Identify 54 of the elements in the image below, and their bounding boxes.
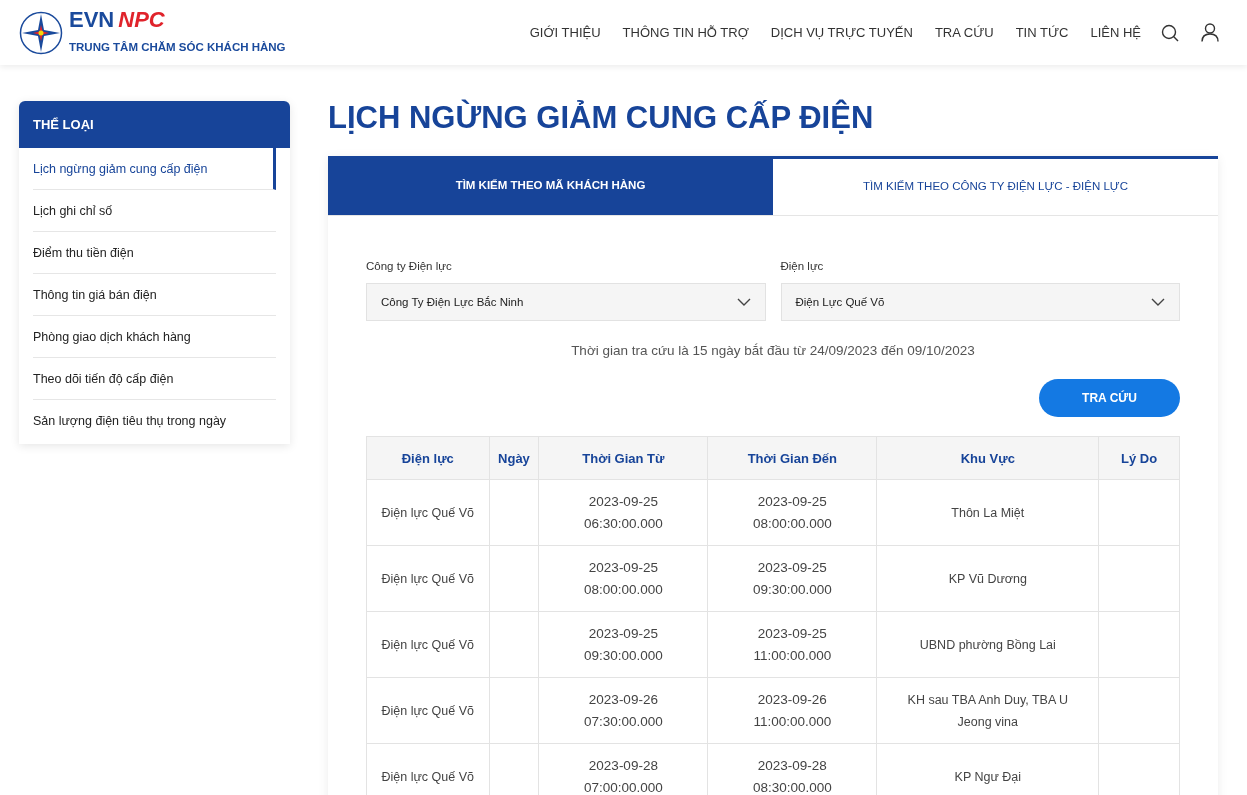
table-cell: Điện lực Quế Võ	[366, 677, 490, 744]
table-cell: 2023-09-25 09:30:00.000	[707, 545, 877, 612]
user-icon[interactable]	[1201, 23, 1219, 42]
column-header: Điện lực	[366, 436, 490, 480]
field-label: Công ty Điện lực	[366, 259, 453, 274]
table-cell: 2023-09-25 08:00:00.000	[538, 545, 708, 612]
star-compass-logo-icon	[19, 10, 63, 55]
sidebar-item[interactable]: Theo dõi tiến độ cấp điện	[33, 358, 276, 400]
nav-link[interactable]: LIÊN HỆ	[1090, 22, 1141, 43]
nav-link[interactable]: THÔNG TIN HỖ TRỢ	[622, 22, 749, 43]
table-cell: 2023-09-25 06:30:00.000	[538, 479, 708, 546]
search-tab[interactable]: TÌM KIẾM THEO CÔNG TY ĐIỆN LỰC - ĐIỆN LỰC	[773, 156, 1218, 215]
search-period-note: Thời gian tra cứu là 15 ngày bắt đầu từ 24/09/2023 đến 09/10/2023	[571, 343, 975, 359]
table-cell: KH sau TBA Anh Duy, TBA U Jeong vina	[876, 677, 1099, 744]
table-cell: Điện lực Quế Võ	[366, 611, 490, 678]
page-title: LỊCH NGỪNG GIẢM CUNG CẤP ĐIỆN	[328, 100, 875, 136]
search-icon[interactable]	[1161, 23, 1179, 42]
table-cell: 2023-09-25 11:00:00.000	[707, 611, 877, 678]
table-cell: 2023-09-26 07:30:00.000	[538, 677, 708, 744]
table-cell: 2023-09-26 11:00:00.000	[707, 677, 877, 744]
search-tab[interactable]: TÌM KIẾM THEO MÃ KHÁCH HÀNG	[328, 156, 773, 215]
field-label: Điện lực	[780, 259, 825, 274]
column-header: Lý Do	[1098, 436, 1180, 480]
panel-header: THỂ LOẠI	[19, 101, 290, 148]
brand-subtitle: TRUNG TÂM CHĂM SÓC KHÁCH HÀNG	[69, 40, 286, 56]
sidebar-item[interactable]: Điểm thu tiền điện	[33, 232, 276, 274]
table-cell: Điện lực Quế Võ	[366, 479, 490, 546]
column-header: Ngày	[489, 436, 539, 480]
table-cell: Điện lực Quế Võ	[366, 743, 490, 795]
sidebar-item[interactable]: Sản lượng điện tiêu thụ trong ngày	[33, 400, 276, 442]
brand-name: EVN	[69, 8, 115, 33]
dropdown-field[interactable]: Điện Lực Quế Võ	[780, 283, 1180, 322]
nav-link[interactable]: TIN TỨC	[1015, 22, 1069, 43]
chevron-down-icon	[1151, 298, 1165, 307]
table-cell: 2023-09-25 09:30:00.000	[538, 611, 708, 678]
nav-link[interactable]: TRA CỨU	[934, 22, 994, 43]
sidebar-item[interactable]: Lịch ghi chỉ số	[33, 190, 276, 232]
dropdown-field[interactable]: Công Ty Điện Lực Bắc Ninh	[366, 283, 766, 322]
table-cell: Điện lực Quế Võ	[366, 545, 490, 612]
column-header: Thời Gian Đến	[707, 436, 877, 480]
nav-link[interactable]: GIỚI THIỆU	[529, 22, 601, 43]
table-cell: UBND phường Bồng Lai	[876, 611, 1099, 678]
nav-link[interactable]: DỊCH VỤ TRỰC TUYẾN	[770, 22, 913, 43]
chevron-down-icon	[736, 298, 751, 307]
sidebar-item[interactable]: Phòng giao dịch khách hàng	[33, 316, 276, 358]
table-cell: 2023-09-25 08:00:00.000	[707, 479, 877, 546]
search-button[interactable]: TRA CỨU	[1039, 379, 1180, 418]
sidebar-item[interactable]: Lịch ngừng giảm cung cấp điện	[33, 148, 276, 190]
column-header: Khu Vực	[876, 436, 1099, 480]
brand-name-suffix: NPC	[118, 8, 165, 33]
table-cell: KP Vũ Dương	[876, 545, 1099, 612]
sidebar-item[interactable]: Thông tin giá bán điện	[33, 274, 276, 316]
table-cell: Thôn La Miệt	[876, 479, 1099, 546]
column-header: Thời Gian Từ	[538, 436, 708, 480]
